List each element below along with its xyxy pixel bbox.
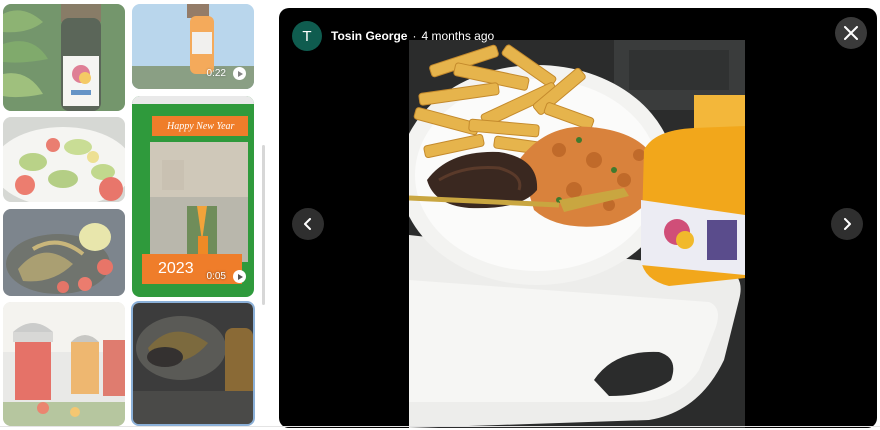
media-viewer: T Tosin George · 4 months ago [279,8,877,428]
gallery-tile-new-year-video[interactable]: Happy New Year 2023 0:05 [132,96,254,297]
play-icon [233,67,246,80]
bottle-photo [3,4,125,111]
gallery-tile-juice-video[interactable]: 0:22 [132,4,254,89]
pasta-photo [3,209,125,296]
next-button[interactable] [831,208,863,240]
gallery-tile-dispensers[interactable] [3,302,125,426]
chevron-right-icon [844,218,851,230]
poster-year-text: 2023 [158,260,194,277]
video-duration: 0:22 [206,68,226,79]
avatar[interactable]: T [292,21,322,51]
play-icon [233,270,246,283]
photo-gallery: 0:22 Happy New Year 2023 0:05 [0,0,268,430]
close-icon [844,26,858,40]
gallery-scrollbar[interactable] [262,145,265,305]
gallery-tile-salad[interactable] [3,117,125,202]
gallery-tile-pasta[interactable] [3,209,125,296]
post-header: T Tosin George · 4 months ago [292,21,494,51]
meal-photo-image [409,40,745,428]
posted-time: 4 months ago [421,29,495,43]
close-button[interactable] [835,17,867,49]
gallery-tile-bottle[interactable] [3,4,125,111]
page: 0:22 Happy New Year 2023 0:05 T Tosin Ge… [0,0,880,430]
separator-dot: · [412,29,417,43]
gallery-tile-spaghetti-selected[interactable] [131,301,255,426]
juice-video-photo [132,4,254,89]
chevron-left-icon [304,218,311,230]
poster-banner-text: Happy New Year [167,121,235,132]
salad-photo [3,117,125,202]
dispensers-photo [3,302,125,426]
author-name[interactable]: Tosin George [331,29,407,43]
video-duration: 0:05 [206,271,226,282]
previous-button[interactable] [292,208,324,240]
spaghetti-photo [133,303,253,424]
meal-photo [409,40,745,428]
bottom-divider [0,426,880,427]
